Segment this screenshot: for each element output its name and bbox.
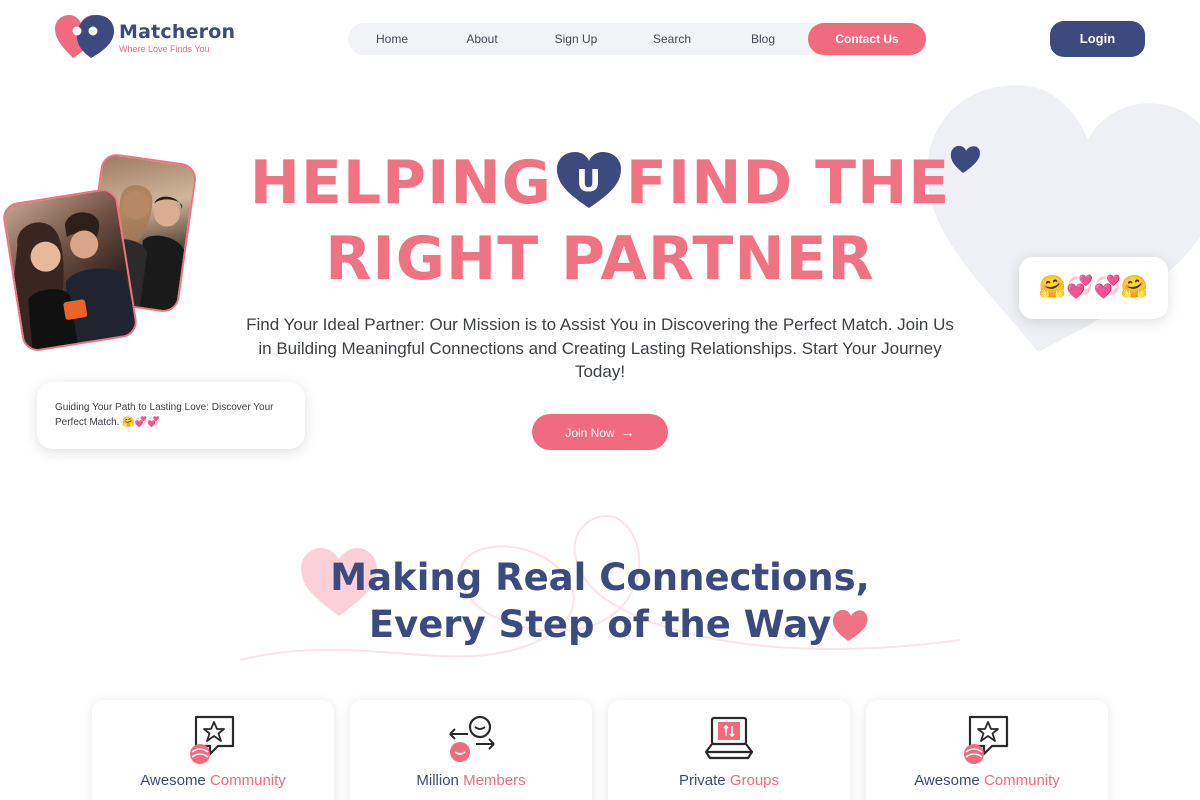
emoji-card: 🤗💞💞🤗 (1019, 257, 1168, 319)
feature-label-accent: Community (983, 772, 1060, 789)
nav-about[interactable]: About (448, 23, 516, 55)
arrow-right-icon: → (620, 424, 635, 440)
members-swap-icon (449, 715, 495, 762)
couple-photo-front (0, 186, 140, 354)
nav-sign-up[interactable]: Sign Up (542, 23, 610, 55)
brand-tagline: Where Love Finds You (119, 43, 210, 54)
feature-card[interactable]: Awesome Community (92, 700, 334, 800)
u-heart-icon: U (556, 151, 622, 209)
feature-label: Awesome Community (866, 772, 1108, 789)
join-now-button[interactable]: Join Now → (532, 414, 668, 450)
logo-heart-icon (55, 14, 115, 60)
feature-card[interactable]: Private Groups (608, 700, 850, 800)
feature-label-main: Private (678, 772, 726, 789)
feature-label-accent: Groups (729, 772, 780, 789)
hero-title-part2: FIND THE (625, 148, 951, 218)
hero-title-part1: HELPING (249, 148, 552, 218)
hero-description: Find Your Ideal Partner: Our Mission is … (246, 315, 954, 381)
feature-label-accent: Members (463, 772, 526, 789)
join-now-label: Join Now (565, 426, 615, 440)
feature-label-main: Million (416, 772, 459, 789)
star-chat-icon (190, 715, 235, 764)
nav-search[interactable]: Search (638, 23, 706, 55)
quote-card: Guiding Your Path to Lasting Love: Disco… (37, 382, 305, 449)
feature-label: Awesome Community (92, 772, 334, 789)
feature-label: Million Members (350, 772, 592, 789)
laptop-lock-icon (704, 716, 754, 760)
nav-home[interactable]: Home (358, 23, 426, 55)
feature-card[interactable]: Awesome Community (866, 700, 1108, 800)
contact-us-button[interactable]: Contact Us (808, 23, 926, 55)
u-heart-letter: U (576, 164, 601, 199)
main-nav: Home About Sign Up Search Blog Contact U… (348, 23, 926, 55)
section-title-line1: Making Real Connections, (330, 556, 870, 599)
small-pink-heart-icon (832, 609, 868, 641)
star-chat-icon (964, 715, 1009, 764)
feature-card[interactable]: Million Members (350, 700, 592, 800)
feature-cards: Awesome Community Million Members Privat… (92, 700, 1108, 800)
feature-label-accent: Community (209, 772, 286, 789)
feature-label: Private Groups (608, 772, 850, 789)
login-button[interactable]: Login (1050, 21, 1145, 57)
small-navy-heart-icon (950, 145, 980, 173)
nav-blog[interactable]: Blog (729, 23, 797, 55)
hero-title-line1: HELPING U FIND THE (200, 148, 1000, 218)
brand-logo[interactable]: Matcheron Where Love Finds You (55, 14, 235, 60)
feature-label-main: Awesome (140, 772, 206, 789)
brand-name: Matcheron (119, 20, 236, 43)
hero-title-line2: RIGHT PARTNER (325, 224, 875, 294)
feature-label-main: Awesome (914, 772, 980, 789)
